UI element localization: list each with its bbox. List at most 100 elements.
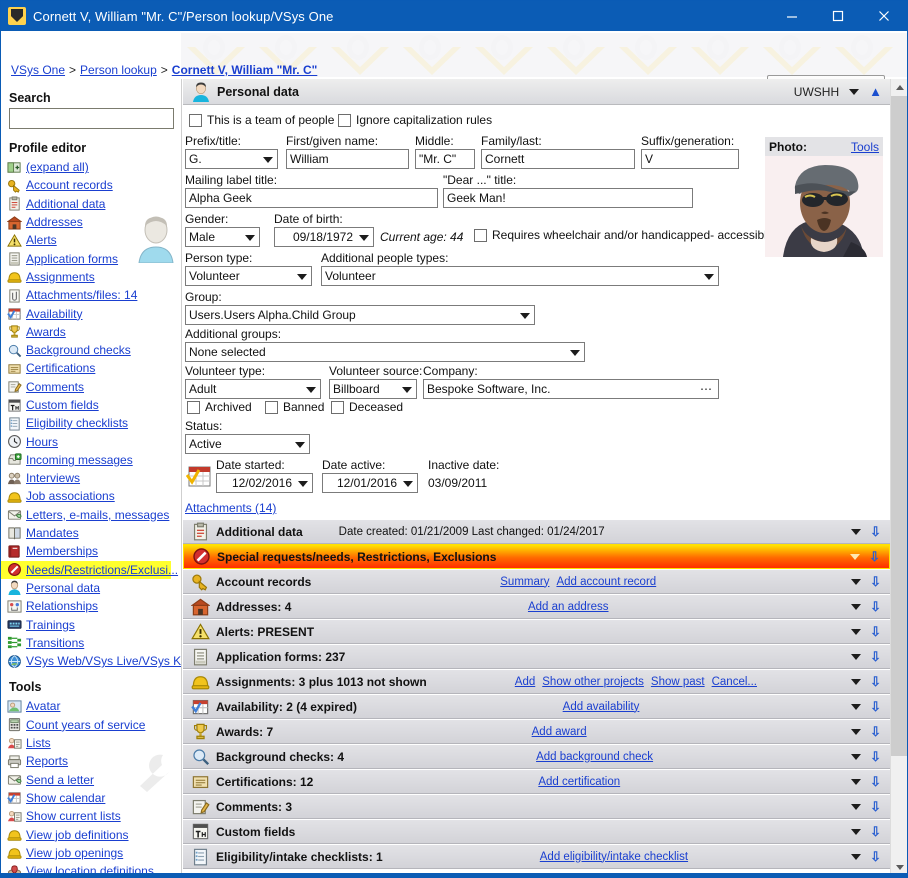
sidebar-item-assignments[interactable]: Assignments	[1, 268, 181, 286]
chevron-up-icon[interactable]: ▲	[869, 85, 882, 98]
section-action-link[interactable]: Show other projects	[542, 676, 644, 688]
caret-down-icon[interactable]	[851, 753, 862, 760]
section-row[interactable]: Addresses: 4 Add an address ⇩	[183, 594, 890, 619]
date-active-input[interactable]: 12/01/2016	[322, 473, 418, 493]
section-row[interactable]: Additional data Date created: 01/21/2009 …	[183, 519, 890, 544]
archived-checkbox[interactable]	[187, 400, 200, 414]
attachments-link[interactable]: Attachments (14)	[185, 501, 276, 515]
sidebar-item-trainings[interactable]: Trainings	[1, 615, 181, 633]
chevron-double-down-icon[interactable]: ⇩	[870, 675, 881, 688]
sidebar-item-incoming-messages[interactable]: Incoming messages	[1, 451, 181, 469]
photo-tools-link[interactable]: Tools	[851, 140, 879, 154]
chevron-double-down-icon[interactable]: ⇩	[869, 550, 880, 563]
first-name-input[interactable]: William	[286, 149, 409, 169]
chevron-double-down-icon[interactable]: ⇩	[870, 800, 881, 813]
tools-item-view-job-openings[interactable]: View job openings	[1, 844, 181, 862]
additional-groups-select[interactable]: None selected	[185, 342, 585, 362]
chevron-double-down-icon[interactable]: ⇩	[870, 850, 881, 863]
caret-down-icon[interactable]	[851, 778, 862, 785]
caret-down-icon[interactable]	[851, 578, 862, 585]
sidebar-item-interviews[interactable]: Interviews	[1, 469, 181, 487]
section-row[interactable]: Account records Summary Add account record…	[183, 569, 890, 594]
mailing-label-input[interactable]: Alpha Geek	[185, 188, 438, 208]
volunteer-type-select[interactable]: Adult	[185, 379, 321, 399]
sidebar-item-comments[interactable]: Comments	[1, 378, 181, 396]
archived-row[interactable]: Archived	[187, 400, 252, 414]
person-type-select[interactable]: Volunteer	[185, 266, 312, 286]
section-row[interactable]: Awards: 7 Add award ⇩	[183, 719, 890, 744]
section-action-link[interactable]: Add certification	[538, 776, 620, 788]
breadcrumb-item-2[interactable]: Cornett V, William "Mr. C"	[172, 63, 318, 77]
caret-down-icon[interactable]	[851, 678, 862, 685]
caret-down-icon[interactable]	[851, 828, 862, 835]
section-row[interactable]: Custom fields ⇩	[183, 819, 890, 844]
section-action-link[interactable]: Add an address	[528, 601, 609, 613]
chevron-double-down-icon[interactable]: ⇩	[870, 825, 881, 838]
sidebar-item-account-records[interactable]: Account records	[1, 176, 181, 194]
deceased-row[interactable]: Deceased	[331, 400, 403, 414]
sidebar-item-transitions[interactable]: Transitions	[1, 634, 181, 652]
section-row[interactable]: Availability: 2 (4 expired) Add availabil…	[183, 694, 890, 719]
section-action-link[interactable]: Add eligibility/intake checklist	[540, 851, 688, 863]
breadcrumb-item-0[interactable]: VSys One	[11, 63, 65, 77]
sidebar-item-attachments-files-14[interactable]: Attachments/files: 14	[1, 286, 181, 304]
section-action-link[interactable]: Add availability	[563, 701, 640, 713]
section-row[interactable]: Assignments: 3 plus 1013 not shown Add Sho…	[183, 669, 890, 694]
section-action-link[interactable]: Summary	[500, 576, 549, 588]
section-row[interactable]: Application forms: 237 ⇩	[183, 644, 890, 669]
tools-item-avatar[interactable]: Avatar	[1, 697, 181, 715]
caret-down-icon[interactable]	[851, 528, 862, 535]
chevron-double-down-icon[interactable]: ⇩	[870, 725, 881, 738]
section-action-link[interactable]: Add award	[532, 726, 587, 738]
tools-item-view-job-definitions[interactable]: View job definitions	[1, 825, 181, 843]
caret-down-icon[interactable]	[851, 628, 862, 635]
section-row[interactable]: Background checks: 4 Add background check…	[183, 744, 890, 769]
section-action-link[interactable]: Add account record	[556, 576, 656, 588]
search-input[interactable]	[9, 108, 174, 129]
tools-item-count-years-of-service[interactable]: Count years of service	[1, 716, 181, 734]
scrollbar-thumb[interactable]	[891, 96, 907, 756]
chevron-double-down-icon[interactable]: ⇩	[870, 775, 881, 788]
section-row[interactable]: Alerts: PRESENT ⇩	[183, 619, 890, 644]
sidebar-item-relationships[interactable]: Relationships	[1, 597, 181, 615]
caret-down-icon[interactable]	[851, 653, 862, 660]
chevron-double-down-icon[interactable]: ⇩	[870, 625, 881, 638]
caret-down-icon[interactable]	[850, 553, 861, 560]
section-row[interactable]: Comments: 3 ⇩	[183, 794, 890, 819]
tools-item-show-current-lists[interactable]: Show current lists	[1, 807, 181, 825]
banned-checkbox[interactable]	[265, 400, 278, 414]
sidebar-item-hours[interactable]: Hours	[1, 432, 181, 450]
prefix-select[interactable]: G.	[185, 149, 278, 169]
breadcrumb-item-1[interactable]: Person lookup	[80, 63, 157, 77]
section-row[interactable]: Special requests/needs, Restrictions, Ex…	[183, 544, 890, 569]
section-row[interactable]: Certifications: 12 Add certification ⇩	[183, 769, 890, 794]
team-checkbox-row[interactable]: This is a team of people	[189, 113, 334, 127]
close-button[interactable]	[861, 1, 907, 31]
section-action-link[interactable]: Add background check	[536, 751, 653, 763]
chevron-double-down-icon[interactable]: ⇩	[870, 525, 881, 538]
wheelchair-checkbox[interactable]	[474, 228, 487, 242]
group-select[interactable]: Users.Users Alpha.Child Group	[185, 305, 535, 325]
sidebar-item-additional-data[interactable]: Additional data	[1, 195, 181, 213]
scroll-up-button[interactable]	[891, 79, 907, 96]
main-vertical-scrollbar[interactable]	[890, 79, 907, 876]
sidebar-item-awards[interactable]: Awards	[1, 323, 181, 341]
sidebar-item-expand-all[interactable]: (expand all)	[1, 158, 181, 176]
banned-row[interactable]: Banned	[265, 400, 324, 414]
chevron-double-down-icon[interactable]: ⇩	[870, 750, 881, 763]
search-field[interactable]	[10, 109, 173, 128]
caret-down-icon[interactable]	[851, 728, 862, 735]
sidebar-item-letters-e-mails-messages[interactable]: Letters, e-mails, messages	[1, 506, 181, 524]
gender-select[interactable]: Male	[185, 227, 260, 247]
section-action-link[interactable]: Add	[515, 676, 535, 688]
dear-title-input[interactable]: Geek Man!	[443, 188, 693, 208]
additional-people-select[interactable]: Volunteer	[321, 266, 719, 286]
dob-input[interactable]: 09/18/1972	[274, 227, 374, 247]
chevron-double-down-icon[interactable]: ⇩	[870, 575, 881, 588]
minimize-button[interactable]	[769, 1, 815, 31]
sidebar-item-custom-fields[interactable]: Custom fields	[1, 396, 181, 414]
suffix-input[interactable]: V	[641, 149, 739, 169]
sidebar-item-availability[interactable]: Availability	[1, 304, 181, 322]
chevron-double-down-icon[interactable]: ⇩	[870, 600, 881, 613]
date-started-input[interactable]: 12/02/2016	[216, 473, 313, 493]
